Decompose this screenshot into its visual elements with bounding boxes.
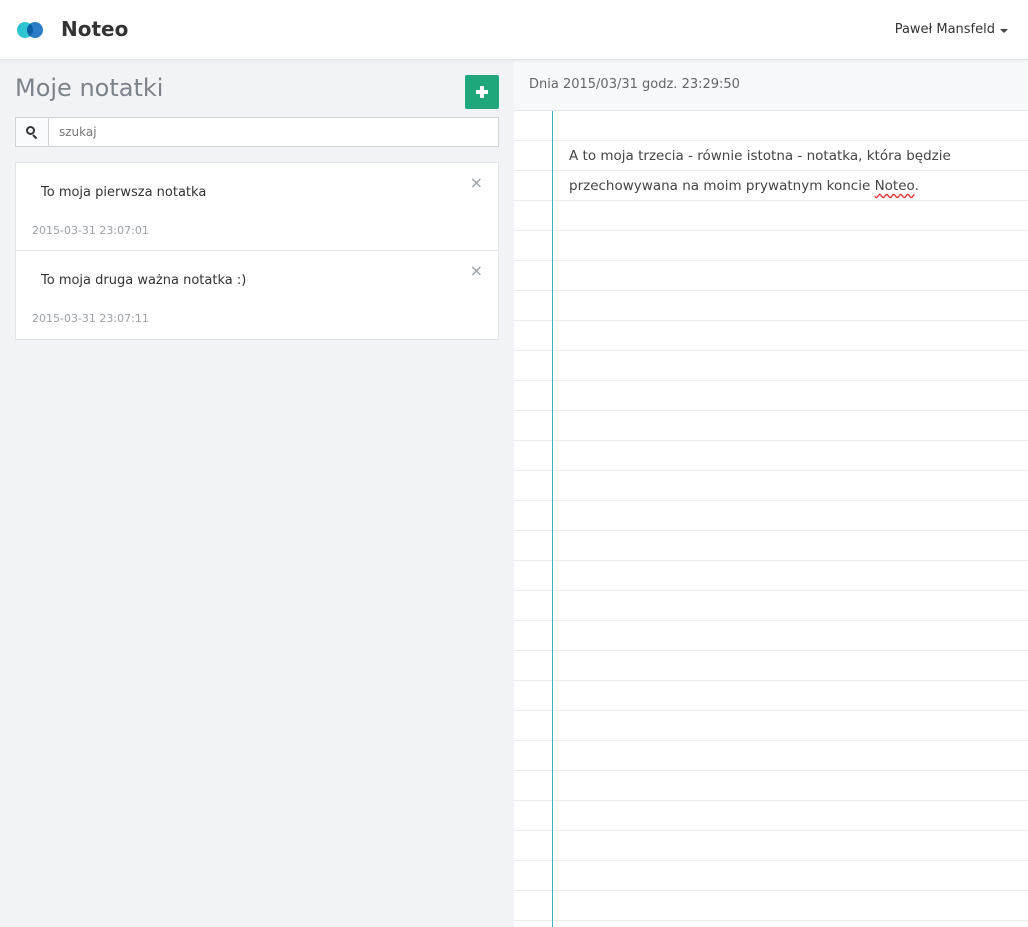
search-box	[15, 117, 499, 147]
note-timestamp: Dnia 2015/03/31 godz. 23:29:50	[529, 77, 740, 92]
editor-header: Dnia 2015/03/31 godz. 23:29:50	[514, 60, 1028, 111]
search-icon	[26, 126, 38, 140]
note-text: To moja pierwsza notatka	[41, 185, 207, 200]
plus-icon	[476, 86, 488, 98]
brand-title[interactable]: Noteo	[61, 17, 128, 41]
search-input[interactable]	[49, 118, 498, 146]
note-text: To moja druga ważna notatka :)	[41, 273, 247, 288]
user-menu[interactable]: Paweł Mansfeld	[895, 22, 1008, 37]
note-content-misspelled-word: Noteo	[874, 178, 915, 194]
search-addon[interactable]	[16, 118, 49, 146]
notes-list: To moja pierwsza notatka 2015-03-31 23:0…	[15, 162, 499, 340]
note-item[interactable]: To moja pierwsza notatka 2015-03-31 23:0…	[16, 163, 498, 251]
note-item[interactable]: To moja druga ważna notatka :) 2015-03-3…	[16, 251, 498, 339]
note-content-end: .	[914, 178, 919, 194]
add-note-button[interactable]	[465, 75, 499, 109]
note-editor: Dnia 2015/03/31 godz. 23:29:50 A to moja…	[514, 60, 1028, 927]
note-content-editor[interactable]: A to moja trzecia - równie istotna - not…	[569, 141, 989, 201]
close-icon[interactable]: ×	[470, 263, 483, 279]
note-date: 2015-03-31 23:07:11	[32, 312, 149, 325]
margin-line	[552, 111, 553, 927]
logo-icon[interactable]	[17, 22, 45, 38]
close-icon[interactable]: ×	[470, 175, 483, 191]
top-navbar: Noteo Paweł Mansfeld	[0, 0, 1028, 60]
note-date: 2015-03-31 23:07:01	[32, 224, 149, 237]
lined-paper	[514, 111, 1028, 927]
caret-down-icon	[1000, 28, 1008, 33]
user-name: Paweł Mansfeld	[894, 22, 995, 37]
notes-sidebar: Moje notatki To moja pierwsza notatka 20…	[0, 60, 514, 927]
sidebar-title: Moje notatki	[15, 74, 164, 102]
